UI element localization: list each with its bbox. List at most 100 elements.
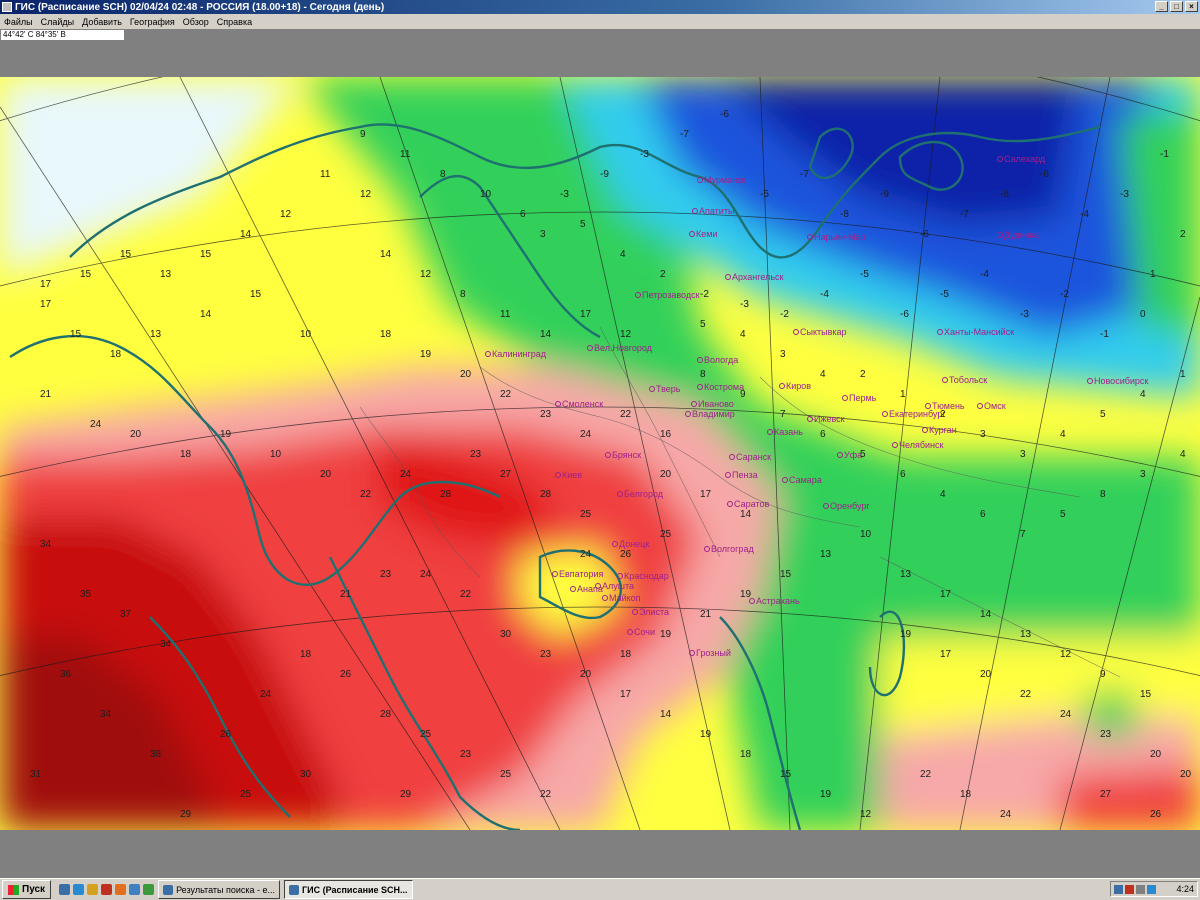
city-marker: Самара <box>782 475 822 485</box>
temperature-value: 8 <box>460 289 466 300</box>
clock: 4:24 <box>1176 884 1194 894</box>
temperature-value: -2 <box>700 289 709 300</box>
menu-view[interactable]: Обзор <box>179 17 213 27</box>
weather-map[interactable]: Мурманск Апатиты Кеми Архангельск Нарьян-Мар… <box>0 77 1200 830</box>
city-marker: Евпатория <box>552 569 604 579</box>
city-label: Ижевск <box>814 414 845 424</box>
temperature-value: 20 <box>460 369 472 380</box>
city-label: Курган <box>929 425 957 435</box>
firefox-icon[interactable] <box>115 884 127 895</box>
temperature-value: 11 <box>400 149 411 160</box>
temperature-value: 15 <box>250 289 262 300</box>
city-label: Грозный <box>696 648 731 658</box>
menu-geography[interactable]: География <box>126 17 179 27</box>
city-label: Саранск <box>736 452 771 462</box>
title-bar[interactable]: ГИС (Расписание SCH) 02/04/24 02:48 - РО… <box>0 0 1200 14</box>
temperature-value: 23 <box>540 409 552 420</box>
temperature-value: 34 <box>160 639 172 650</box>
temperature-value: -4 <box>980 269 989 280</box>
temperature-value: -1 <box>1100 329 1109 340</box>
menu-add[interactable]: Добавить <box>78 17 126 27</box>
antivirus-icon[interactable] <box>1125 884 1134 894</box>
city-label: Анапа <box>577 584 603 594</box>
chrome-icon[interactable] <box>143 884 155 895</box>
folder-icon[interactable] <box>87 884 99 895</box>
temperature-value: 16 <box>660 429 672 440</box>
temperature-value: 8 <box>700 369 706 380</box>
temperature-value: 27 <box>500 469 512 480</box>
temperature-value: 5 <box>860 449 866 460</box>
temperature-value: 34 <box>100 709 112 720</box>
temperature-value: 17 <box>940 589 952 600</box>
menu-files[interactable]: Файлы <box>0 17 37 27</box>
city-label: Тобольск <box>949 375 987 385</box>
temperature-value: 14 <box>540 329 552 340</box>
temperature-value: 26 <box>1150 809 1162 820</box>
task-label: Результаты поиска - e... <box>176 884 276 895</box>
city-marker: Челябинск <box>892 440 943 450</box>
temperature-value: -2 <box>1060 289 1069 300</box>
temperature-value: 18 <box>960 789 972 800</box>
volume-icon[interactable] <box>1136 884 1145 894</box>
temperature-value: -5 <box>860 269 869 280</box>
temperature-value: 20 <box>320 469 332 480</box>
city-marker: Белгород <box>617 489 664 499</box>
temperature-value: 8 <box>1100 489 1106 500</box>
city-marker: Иваново <box>691 399 734 409</box>
city-marker: Астрахань <box>749 596 800 606</box>
city-label: Донецк <box>619 539 649 549</box>
temperature-value: -7 <box>800 169 809 180</box>
temperature-value: 7 <box>1020 529 1026 540</box>
temperature-value: 4 <box>1180 449 1186 460</box>
close-button[interactable]: × <box>1185 1 1198 12</box>
temperature-map-svg[interactable]: Мурманск Апатиты Кеми Архангельск Нарьян-Мар… <box>0 77 1200 830</box>
task-gis[interactable]: ГИС (Расписание SCH... <box>284 880 413 899</box>
city-label: Вологда <box>704 355 738 365</box>
city-label: Иваново <box>698 399 734 409</box>
temperature-value: 19 <box>220 429 232 440</box>
city-label: Нарьян-Мар <box>814 232 866 242</box>
temperature-value: 21 <box>700 609 712 620</box>
temperature-value: 19 <box>700 729 712 740</box>
temperature-value: -8 <box>1000 189 1009 200</box>
city-label: Оренбург <box>830 501 870 511</box>
temperature-value: 10 <box>300 329 312 340</box>
city-label: Новосибирск <box>1094 376 1148 386</box>
temperature-value: 26 <box>620 549 632 560</box>
city-marker: Майкоп <box>602 593 641 603</box>
city-label: Кеми <box>696 229 717 239</box>
temperature-value: 38 <box>150 749 162 760</box>
temperature-value: 18 <box>380 329 392 340</box>
temperature-value: 34 <box>40 539 52 550</box>
ie-icon[interactable] <box>73 884 85 895</box>
temperature-value: 13 <box>160 269 172 280</box>
mail-icon[interactable] <box>129 884 141 895</box>
temperature-value: -3 <box>740 299 749 310</box>
temperature-value: 17 <box>620 689 632 700</box>
city-label: Краснодар <box>624 571 669 581</box>
temperature-value: 24 <box>90 419 102 430</box>
temperature-value: 9 <box>740 389 746 400</box>
minimize-button[interactable]: _ <box>1155 1 1168 12</box>
city-marker: Петрозаводск <box>635 290 700 300</box>
menu-slides[interactable]: Слайды <box>37 17 79 27</box>
task-label: ГИС (Расписание SCH... <box>302 884 408 895</box>
city-label: Архангельск <box>732 272 784 282</box>
network-icon[interactable] <box>1114 884 1123 894</box>
temperature-value: 17 <box>940 649 952 660</box>
show-desktop-icon[interactable] <box>59 884 71 895</box>
temperature-value: -3 <box>1020 309 1029 320</box>
start-button[interactable]: Пуск <box>2 880 52 899</box>
language-icon[interactable] <box>1147 884 1156 894</box>
opera-icon[interactable] <box>101 884 113 895</box>
temperature-value: -1 <box>1160 149 1169 160</box>
menu-help[interactable]: Справка <box>213 17 256 27</box>
city-label: Калининград <box>492 349 547 359</box>
temperature-value: 24 <box>420 569 432 580</box>
maximize-button[interactable]: □ <box>1170 1 1183 12</box>
temperature-value: 22 <box>620 409 632 420</box>
temperature-value: -3 <box>1120 189 1129 200</box>
task-search-results[interactable]: Результаты поиска - e... <box>158 880 281 899</box>
temperature-value: 5 <box>700 319 706 330</box>
temperature-value: 20 <box>580 669 592 680</box>
